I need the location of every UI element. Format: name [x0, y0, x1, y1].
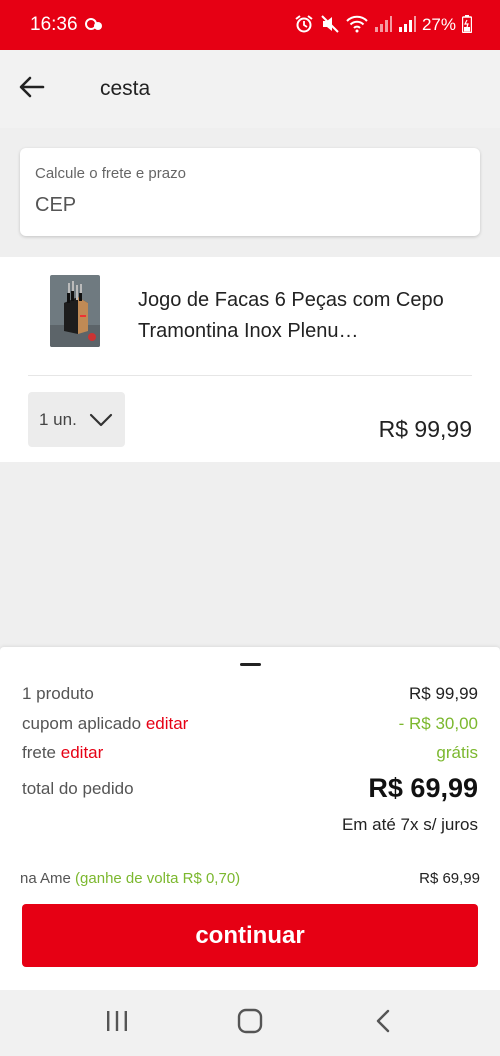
recent-apps-icon — [105, 1010, 129, 1037]
alarm-icon — [294, 14, 314, 36]
signal-icon-2 — [398, 15, 416, 35]
ame-cashback: (ganhe de volta R$ 0,70) — [75, 870, 241, 887]
continue-button[interactable]: continuar — [22, 904, 478, 967]
shipping-edit-link[interactable]: editar — [61, 743, 104, 762]
coupon-label: cupom aplicado — [22, 714, 142, 733]
app-bar: cesta — [0, 50, 500, 128]
installments-text: Em até 7x s/ juros — [341, 815, 478, 834]
total-row: total do pedido R$ 69,99 — [22, 773, 478, 804]
shipping-calculator: Calcule o frete e prazo — [20, 148, 480, 236]
shipping-row: frete editar grátis — [22, 743, 478, 763]
sheet-handle[interactable] — [240, 663, 261, 666]
products-value: R$ 99,99 — [409, 684, 478, 703]
nav-back-button[interactable] — [353, 998, 413, 1048]
total-value: R$ 69,99 — [368, 773, 478, 803]
ame-row: na Ame (ganhe de volta R$ 0,70) R$ 69,99 — [20, 870, 480, 887]
divider — [28, 375, 472, 376]
home-icon — [237, 1008, 263, 1039]
total-label: total do pedido — [22, 778, 134, 798]
mute-icon — [320, 14, 340, 36]
arrow-left-icon — [19, 76, 45, 103]
quantity-value: 1 un. — [39, 409, 77, 429]
coupon-edit-link[interactable]: editar — [146, 714, 189, 733]
cart-item: Jogo de Facas 6 Peças com Cepo Tramontin… — [0, 257, 500, 462]
status-bar: 16:36 27% — [0, 0, 500, 50]
shipping-cost-label: frete — [22, 743, 57, 762]
wifi-icon — [346, 15, 368, 36]
chevron-down-icon — [89, 413, 113, 427]
page-title: cesta — [100, 77, 151, 100]
order-summary-sheet: 1 produto R$ 99,99 cupom aplicado editar… — [0, 647, 500, 990]
product-name[interactable]: Jogo de Facas 6 Peças com Cepo Tramontin… — [138, 285, 458, 347]
products-label: 1 produto — [22, 684, 94, 703]
product-price: R$ 99,99 — [378, 416, 472, 442]
shipping-label: Calcule o frete e prazo — [35, 165, 186, 182]
shipping-value: grátis — [436, 743, 478, 762]
home-button[interactable] — [220, 998, 280, 1048]
ame-label: na Ame — [20, 870, 71, 887]
battery-percent: 27% — [421, 15, 456, 34]
products-row: 1 produto R$ 99,99 — [22, 684, 478, 704]
product-image[interactable] — [50, 275, 100, 347]
status-time: 16:36 — [30, 14, 78, 35]
coupon-row: cupom aplicado editar - R$ 30,00 — [22, 714, 478, 734]
back-button[interactable] — [2, 50, 62, 128]
back-icon — [375, 1009, 391, 1038]
recent-apps-button[interactable] — [87, 998, 147, 1048]
ame-value: R$ 69,99 — [419, 870, 480, 887]
coupon-value: - R$ 30,00 — [398, 714, 478, 733]
quantity-select[interactable]: 1 un. — [28, 392, 125, 447]
cep-input[interactable] — [35, 194, 465, 217]
signal-icon — [374, 15, 392, 35]
notification-icon — [84, 16, 104, 35]
battery-icon — [461, 14, 473, 36]
system-nav-bar — [0, 990, 500, 1056]
